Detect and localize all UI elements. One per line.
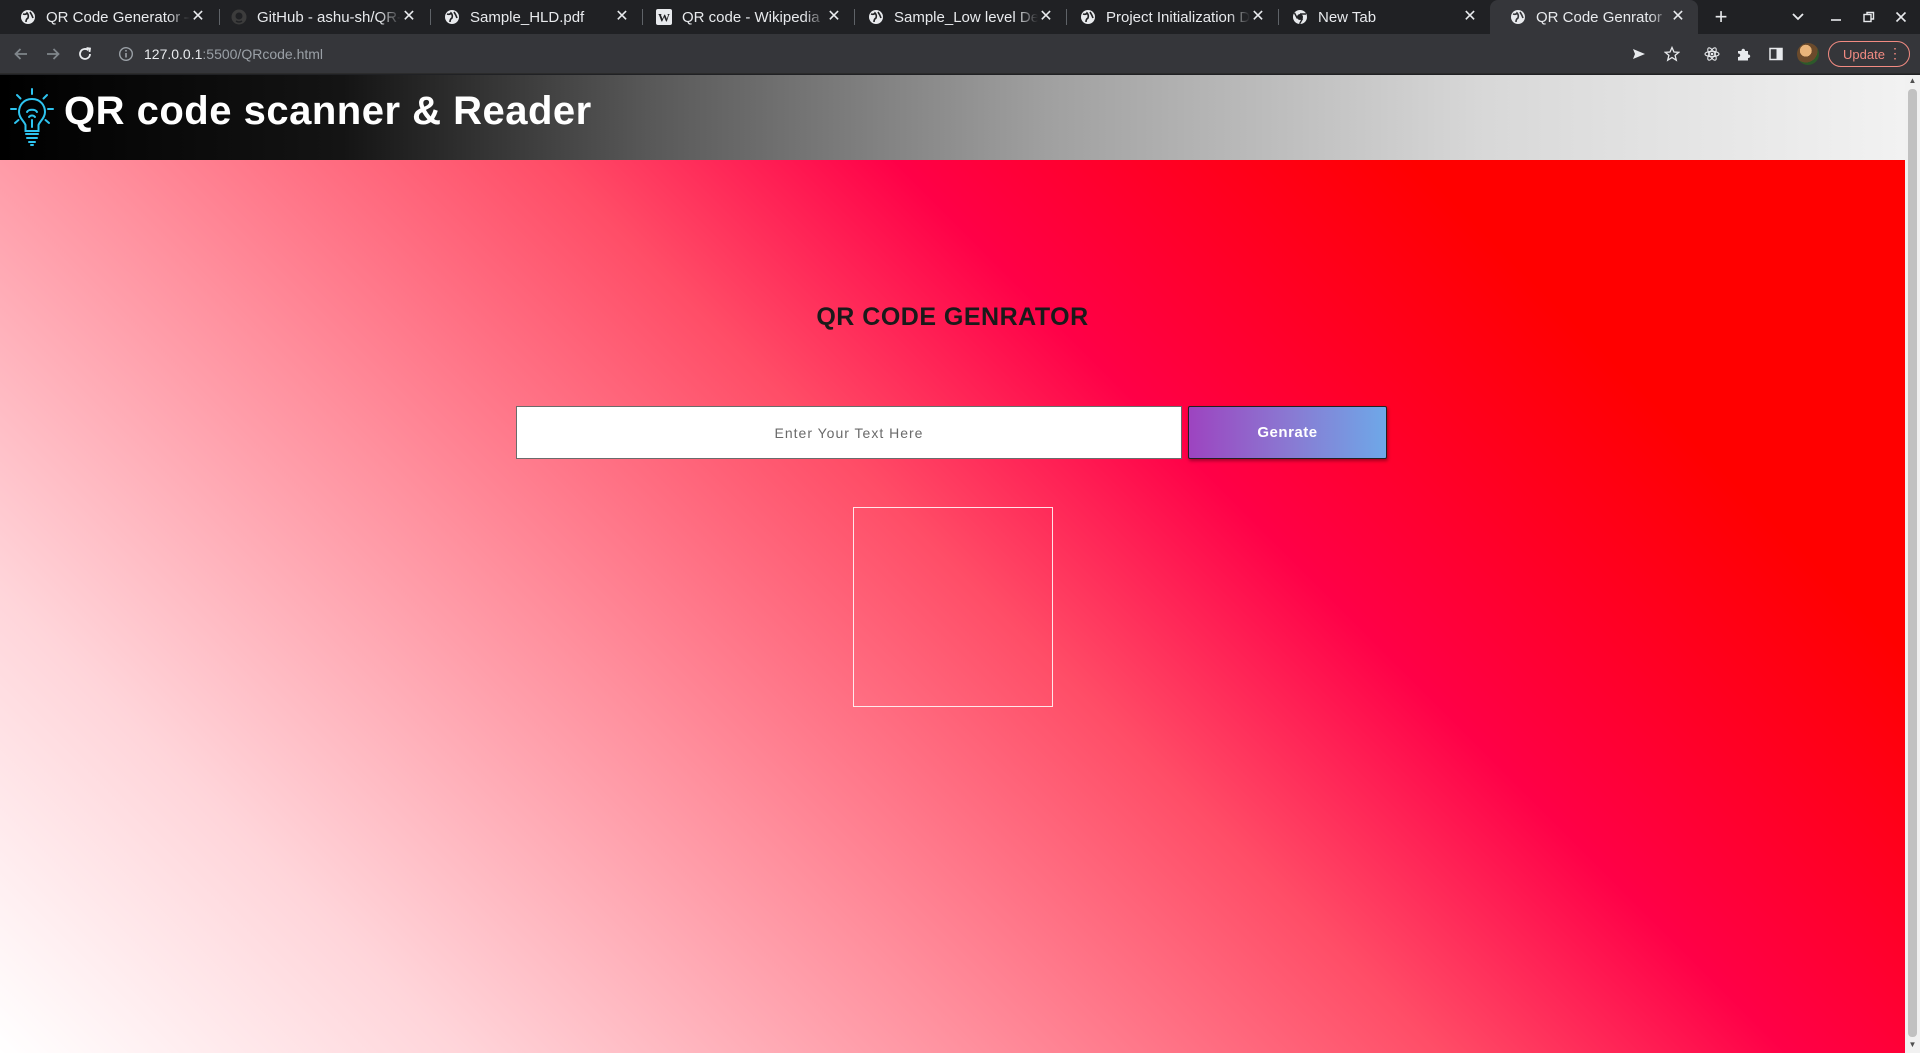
close-window-icon[interactable] xyxy=(1889,5,1913,29)
side-panel-icon[interactable] xyxy=(1764,42,1788,66)
tab-strip: QR Code Generator – ✕ GitHub - ashu-sh/Q… xyxy=(0,0,1920,34)
site-title: QR code scanner & Reader xyxy=(64,89,592,133)
globe-icon xyxy=(868,9,884,25)
tab-new-tab[interactable]: New Tab ✕ xyxy=(1272,0,1490,34)
close-tab-icon[interactable]: ✕ xyxy=(1462,9,1478,25)
minimize-icon[interactable] xyxy=(1824,5,1848,29)
scroll-up-icon[interactable]: ▲ xyxy=(1908,77,1917,85)
restore-icon[interactable] xyxy=(1857,5,1881,29)
send-tab-icon[interactable] xyxy=(1627,42,1651,66)
url-host: 127.0.0.1 xyxy=(144,46,203,62)
reload-icon[interactable] xyxy=(73,42,97,66)
tab-wikipedia[interactable]: W QR code - Wikipedia ✕ xyxy=(636,0,854,34)
tab-project-initialization[interactable]: Project Initialization D ✕ xyxy=(1060,0,1278,34)
tab-title: Project Initialization D xyxy=(1106,8,1250,26)
scroll-down-icon[interactable]: ▼ xyxy=(1908,1041,1917,1049)
profile-avatar[interactable] xyxy=(1797,43,1819,65)
browser-toolbar: 127.0.0.1:5500/QRcode.html Update ⋮ xyxy=(0,34,1920,74)
tab-github[interactable]: GitHub - ashu-sh/QR- ✕ xyxy=(211,0,429,34)
qr-text-input[interactable] xyxy=(516,406,1182,459)
update-label: Update xyxy=(1843,46,1885,62)
close-tab-icon[interactable]: ✕ xyxy=(1670,9,1686,25)
wikipedia-icon: W xyxy=(656,9,672,25)
svg-text:W: W xyxy=(658,11,670,25)
globe-icon xyxy=(20,9,36,25)
generate-button[interactable]: Genrate xyxy=(1188,406,1387,459)
tab-sample-low-level[interactable]: Sample_Low level De ✕ xyxy=(848,0,1066,34)
tab-title: GitHub - ashu-sh/QR- xyxy=(257,8,401,26)
tab-sample-hld[interactable]: Sample_HLD.pdf ✕ xyxy=(424,0,642,34)
url-path: :5500/QRcode.html xyxy=(202,46,324,62)
tab-title: Sample_HLD.pdf xyxy=(470,8,585,26)
tab-title: QR Code Genrator xyxy=(1536,8,1662,26)
page-title: QR CODE GENRATOR xyxy=(816,303,1089,331)
tab-title: QR Code Generator – xyxy=(46,8,190,26)
update-button[interactable]: Update ⋮ xyxy=(1828,41,1910,67)
close-tab-icon[interactable]: ✕ xyxy=(190,9,206,25)
qr-code-output xyxy=(853,507,1053,707)
site-header: QR code scanner & Reader xyxy=(0,75,1905,160)
globe-icon xyxy=(1080,9,1096,25)
page-viewport: QR code scanner & Reader QR CODE GENRATO… xyxy=(0,75,1905,1053)
globe-icon xyxy=(444,9,460,25)
close-tab-icon[interactable]: ✕ xyxy=(614,9,630,25)
extensions-puzzle-icon[interactable] xyxy=(1732,42,1756,66)
tab-title: New Tab xyxy=(1318,8,1377,26)
scrollbar-thumb[interactable] xyxy=(1908,89,1917,1037)
close-tab-icon[interactable]: ✕ xyxy=(401,9,417,25)
forward-arrow-icon[interactable] xyxy=(41,42,65,66)
lightbulb-logo-icon xyxy=(8,87,56,149)
github-icon xyxy=(231,9,247,25)
tab-title: QR code - Wikipedia xyxy=(682,8,820,26)
bookmark-star-icon[interactable] xyxy=(1660,42,1684,66)
tab-title: Sample_Low level De xyxy=(894,8,1038,26)
more-menu-icon[interactable]: ⋮ xyxy=(1888,45,1902,62)
close-tab-icon[interactable]: ✕ xyxy=(1038,9,1054,25)
tab-qr-code-genrator-active[interactable]: QR Code Genrator ✕ xyxy=(1490,0,1698,34)
back-arrow-icon[interactable] xyxy=(9,42,33,66)
new-tab-button[interactable]: + xyxy=(1709,5,1733,29)
tab-qr-code-generator[interactable]: QR Code Generator – ✕ xyxy=(0,0,218,34)
close-tab-icon[interactable]: ✕ xyxy=(826,9,842,25)
page-scrollbar[interactable]: ▲ ▼ xyxy=(1905,75,1920,1053)
chrome-icon xyxy=(1292,9,1308,25)
globe-icon xyxy=(1510,9,1526,25)
react-devtools-icon[interactable] xyxy=(1700,42,1724,66)
address-bar[interactable]: 127.0.0.1:5500/QRcode.html xyxy=(108,38,1688,70)
tab-search-icon[interactable] xyxy=(1786,5,1810,29)
site-info-icon[interactable] xyxy=(118,46,134,62)
close-tab-icon[interactable]: ✕ xyxy=(1250,9,1266,25)
